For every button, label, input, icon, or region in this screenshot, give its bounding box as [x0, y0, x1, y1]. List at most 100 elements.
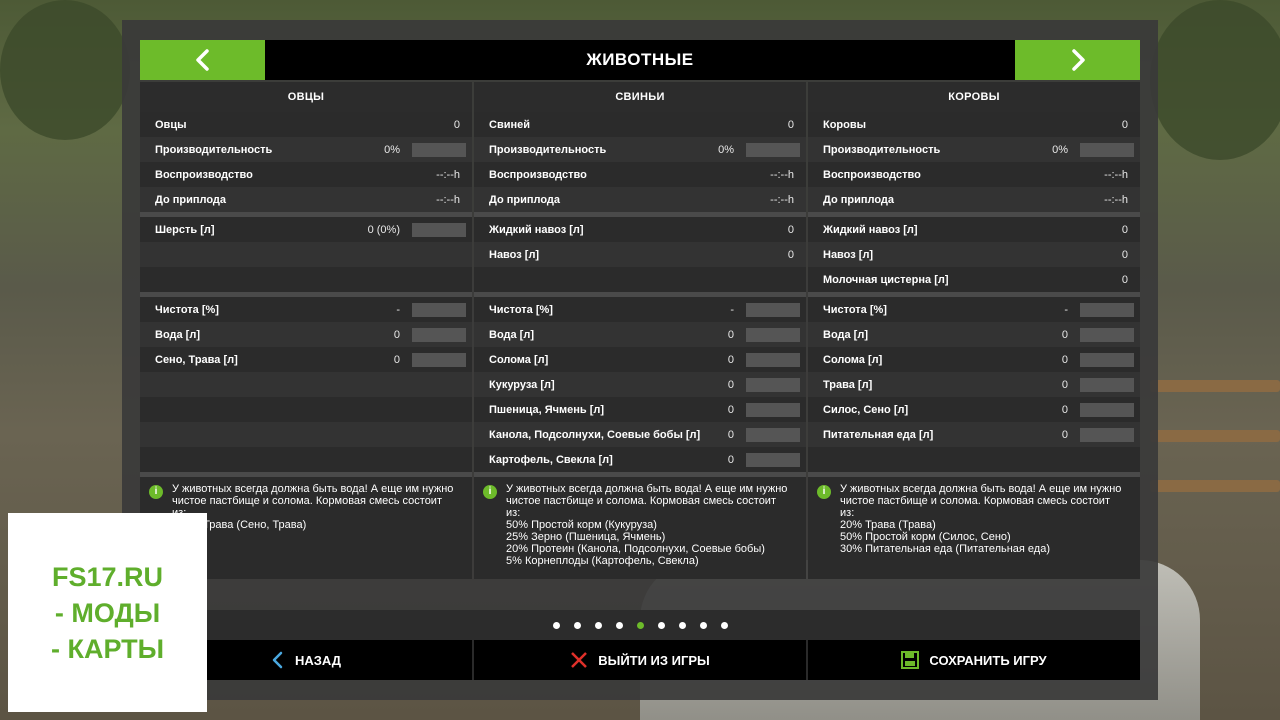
stat-value: 0 [727, 428, 734, 441]
page-dot[interactable] [552, 621, 560, 629]
quit-game-button[interactable]: ВЫЙТИ ИЗ ИГРЫ [474, 640, 808, 680]
stat-row: Трава [л] 0 [808, 372, 1140, 397]
stat-label: Канола, Подсолнухи, Соевые бобы [л] [489, 428, 701, 441]
level-bar [1080, 402, 1134, 417]
stat-label: До приплода [489, 193, 561, 206]
stat-row: Силос, Сено [л] 0 [808, 397, 1140, 422]
stat-row: Производительность 0% [140, 137, 472, 162]
stat-row [140, 397, 472, 422]
level-bar [412, 142, 466, 157]
stat-label: Жидкий навоз [л] [489, 223, 584, 236]
stat-label: Пшеница, Ячмень [л] [489, 403, 605, 416]
stat-label: Вода [л] [155, 328, 200, 341]
stat-label: Сено, Трава [л] [155, 353, 238, 366]
feeding-info-text: У животных всегда должна быть вода! А ещ… [172, 483, 454, 531]
level-bar [746, 327, 800, 342]
animal-column: КОРОВЫ Коровы 0 Производительность 0% Воспрои… [808, 82, 1140, 579]
stat-value: --:--h [436, 193, 460, 206]
stat-value: 0 [727, 378, 734, 391]
info-icon: i [149, 485, 163, 499]
stat-value: 0 (0%) [367, 223, 400, 236]
background-fence [1150, 480, 1280, 492]
stat-value: 0 [393, 353, 400, 366]
stat-label: До приплода [155, 193, 227, 206]
stat-label: Вода [л] [823, 328, 868, 341]
stat-value: 0 [1061, 403, 1068, 416]
page-indicator [140, 610, 1140, 640]
stat-label: Вода [л] [489, 328, 534, 341]
page-dot[interactable] [678, 621, 686, 629]
stat-row: Жидкий навоз [л] 0 [808, 217, 1140, 242]
stat-row: Молочная цистерна [л] 0 [808, 267, 1140, 292]
stat-value: - [396, 303, 400, 316]
save-label: СОХРАНИТЬ ИГРУ [929, 652, 1047, 668]
page-dot[interactable] [594, 621, 602, 629]
prev-page-button[interactable] [140, 40, 265, 80]
footer-bar: НАЗАД ВЫЙТИ ИЗ ИГРЫ СОХРАНИТЬ ИГРУ [140, 640, 1140, 680]
level-bar [1080, 427, 1134, 442]
next-page-button[interactable] [1015, 40, 1140, 80]
chevron-right-icon [1071, 49, 1085, 71]
column-title: КОРОВЫ [808, 82, 1140, 112]
background-tree [0, 0, 130, 140]
stat-value: --:--h [1104, 193, 1128, 206]
animal-column: ОВЦЫ Овцы 0 Производительность 0% Воспроизвод… [140, 82, 472, 579]
page-dot[interactable] [699, 621, 707, 629]
watermark-line: - КАРТЫ [50, 633, 165, 664]
back-label: НАЗАД [294, 652, 342, 668]
save-game-button[interactable]: СОХРАНИТЬ ИГРУ [808, 640, 1140, 680]
stat-label: Солома [л] [823, 353, 883, 366]
stat-label: Воспроизводство [823, 168, 921, 181]
stat-value: 0 [787, 248, 794, 261]
stat-value: 0 [727, 403, 734, 416]
stat-value: 0 [1061, 328, 1068, 341]
stat-label: Чистота [%] [489, 303, 553, 316]
page-dot[interactable] [615, 621, 623, 629]
stat-value: 0 [1061, 378, 1068, 391]
stat-row: Шерсть [л] 0 (0%) [140, 217, 472, 242]
column-title: СВИНЬИ [474, 82, 806, 112]
stat-row: До приплода --:--h [474, 187, 806, 212]
stat-value: 0 [453, 118, 460, 131]
stat-label: Овцы [155, 118, 187, 131]
stat-row [140, 267, 472, 292]
stat-label: Молочная цистерна [л] [823, 273, 949, 286]
stat-value: - [1064, 303, 1068, 316]
stat-row: Сено, Трава [л] 0 [140, 347, 472, 372]
stat-value: 0% [718, 143, 734, 156]
stat-label: Кукуруза [л] [489, 378, 555, 391]
level-bar [1080, 302, 1134, 317]
chevron-left-icon [195, 49, 209, 71]
column-title: ОВЦЫ [140, 82, 472, 112]
stat-row: Воспроизводство --:--h [140, 162, 472, 187]
stat-row: Навоз [л] 0 [474, 242, 806, 267]
stat-label: Производительность [823, 143, 941, 156]
stat-label: Чистота [%] [823, 303, 887, 316]
stat-value: 0 [727, 353, 734, 366]
stat-value: 0% [1052, 143, 1068, 156]
feeding-info-text: У животных всегда должна быть вода! А ещ… [506, 483, 788, 567]
stat-row: Вода [л] 0 [140, 322, 472, 347]
page-dot[interactable] [636, 621, 644, 629]
page-header: ЖИВОТНЫЕ [140, 40, 1140, 80]
stat-label: Питательная еда [л] [823, 428, 934, 441]
level-bar [746, 352, 800, 367]
quit-label: ВЫЙТИ ИЗ ИГРЫ [598, 652, 710, 668]
stat-row: Питательная еда [л] 0 [808, 422, 1140, 447]
page-dot[interactable] [573, 621, 581, 629]
close-icon [571, 652, 588, 668]
stat-row: Вода [л] 0 [808, 322, 1140, 347]
stat-value: 0 [787, 118, 794, 131]
level-bar [412, 327, 466, 342]
stat-row [140, 242, 472, 267]
stat-row [808, 447, 1140, 472]
page-dot[interactable] [720, 621, 728, 629]
stat-row: Жидкий навоз [л] 0 [474, 217, 806, 242]
feeding-info-text: У животных всегда должна быть вода! А ещ… [840, 483, 1122, 555]
stat-label: До приплода [823, 193, 895, 206]
stat-row: До приплода --:--h [140, 187, 472, 212]
stat-label: Шерсть [л] [155, 223, 215, 236]
page-dot[interactable] [657, 621, 665, 629]
stat-value: 0 [1121, 223, 1128, 236]
level-bar [412, 352, 466, 367]
